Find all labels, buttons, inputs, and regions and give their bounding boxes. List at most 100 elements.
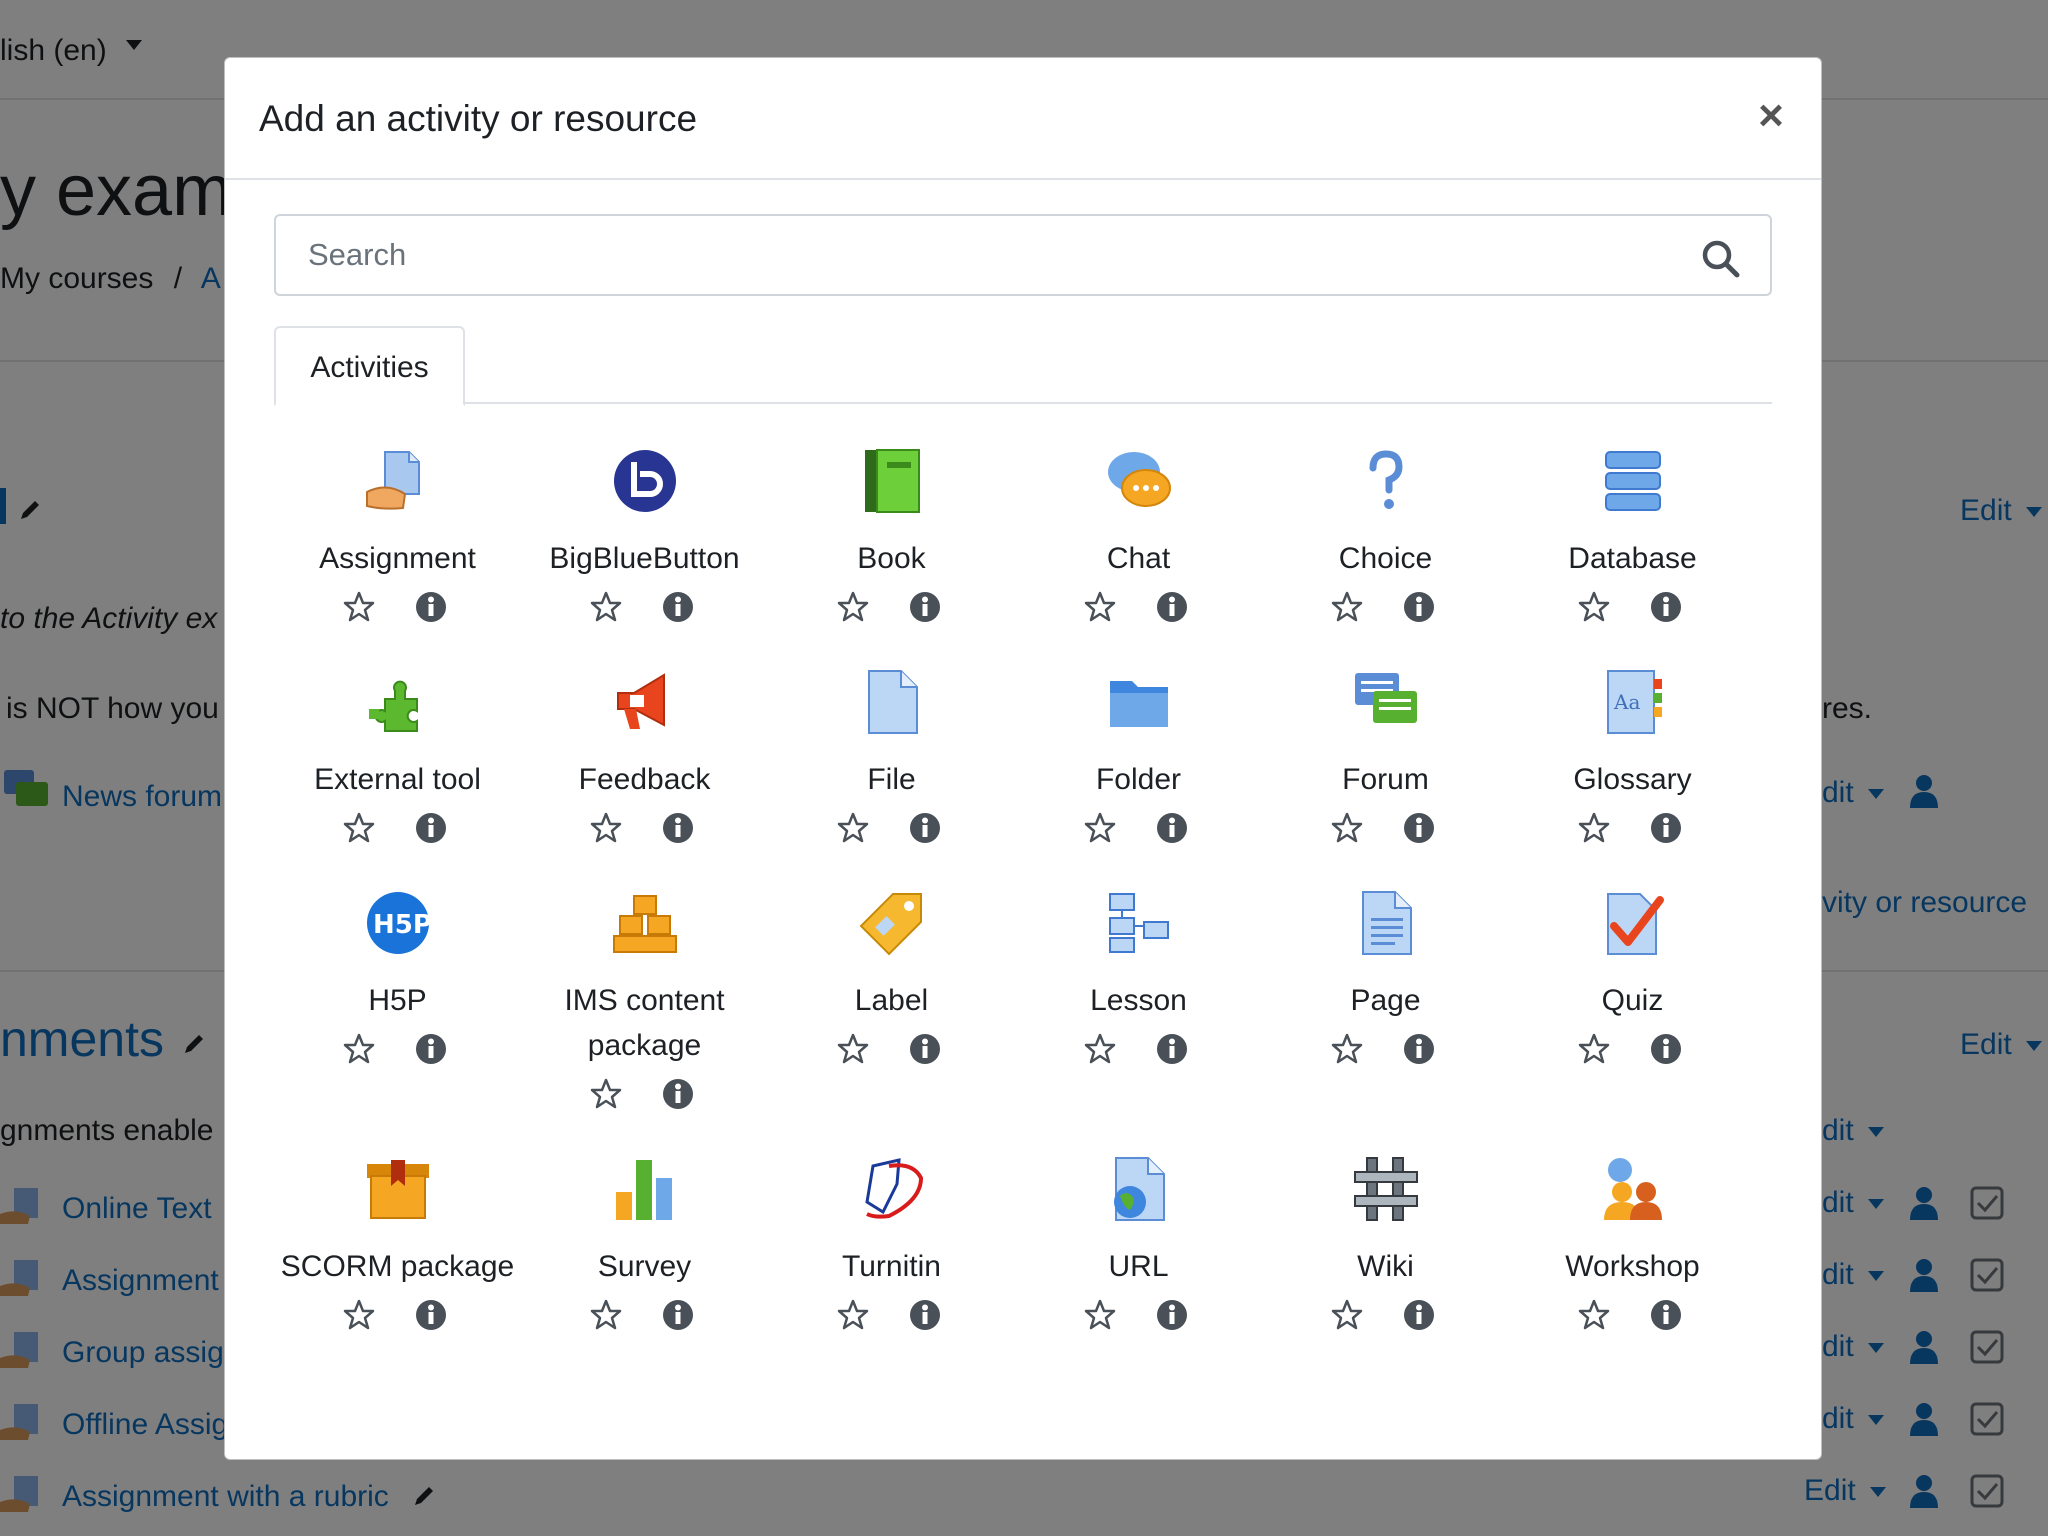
activity-item-scorm-package[interactable]: SCORM package	[274, 1156, 521, 1330]
star-icon[interactable]	[1083, 1298, 1117, 1332]
info-icon[interactable]	[908, 1032, 942, 1066]
activity-item-url[interactable]: URL	[1015, 1156, 1262, 1330]
star-icon[interactable]	[1330, 590, 1364, 624]
info-icon[interactable]	[908, 1298, 942, 1332]
tab-bar: Activities	[274, 326, 1772, 406]
star-icon[interactable]	[589, 1077, 623, 1111]
activity-item-h5p[interactable]: H5P H5P	[274, 890, 521, 1064]
info-icon[interactable]	[1155, 1032, 1189, 1066]
activity-actions	[274, 811, 521, 847]
activity-name: BigBlueButton	[549, 542, 740, 575]
database-icon	[1605, 451, 1661, 511]
activity-name: URL	[1108, 1250, 1169, 1283]
activity-item-folder[interactable]: Folder	[1015, 669, 1262, 843]
activity-item-workshop[interactable]: Workshop	[1509, 1156, 1756, 1330]
star-icon[interactable]	[1330, 1032, 1364, 1066]
activity-item-chat[interactable]: Chat	[1015, 448, 1262, 622]
activity-item-choice[interactable]: Choice	[1262, 448, 1509, 622]
star-icon[interactable]	[1330, 1298, 1364, 1332]
info-icon[interactable]	[1402, 811, 1436, 845]
info-icon[interactable]	[661, 1077, 695, 1111]
star-icon[interactable]	[1577, 811, 1611, 845]
star-icon[interactable]	[1577, 590, 1611, 624]
activity-name: Page	[1350, 984, 1421, 1017]
activity-actions	[1262, 811, 1509, 847]
activity-name: File	[867, 763, 916, 796]
star-icon[interactable]	[1577, 1298, 1611, 1332]
star-icon[interactable]	[1083, 1032, 1117, 1066]
star-icon[interactable]	[1083, 590, 1117, 624]
activity-item-database[interactable]: Database	[1509, 448, 1756, 622]
star-icon[interactable]	[342, 590, 376, 624]
star-icon[interactable]	[342, 1032, 376, 1066]
info-icon[interactable]	[1402, 1032, 1436, 1066]
activity-item-glossary[interactable]: Aa Glossary	[1509, 669, 1756, 843]
activity-item-file[interactable]: File	[768, 669, 1015, 843]
info-icon[interactable]	[1649, 590, 1683, 624]
activity-item-forum[interactable]: Forum	[1262, 669, 1509, 843]
star-icon[interactable]	[1083, 811, 1117, 845]
activity-item-bigbluebutton[interactable]: BigBlueButton	[521, 448, 768, 622]
activity-item-assignment[interactable]: Assignment	[274, 448, 521, 622]
activity-item-survey[interactable]: Survey	[521, 1156, 768, 1330]
activity-item-ims-content-package[interactable]: IMS content package	[521, 890, 768, 1109]
info-icon[interactable]	[414, 1298, 448, 1332]
activity-item-label[interactable]: Label	[768, 890, 1015, 1064]
info-icon[interactable]	[908, 811, 942, 845]
star-icon[interactable]	[836, 1032, 870, 1066]
info-icon[interactable]	[414, 1032, 448, 1066]
info-icon[interactable]	[1649, 1298, 1683, 1332]
star-icon[interactable]	[342, 1298, 376, 1332]
info-icon[interactable]	[414, 811, 448, 845]
info-icon[interactable]	[908, 590, 942, 624]
activity-actions	[274, 1298, 521, 1334]
quiz-icon	[1607, 893, 1664, 955]
info-icon[interactable]	[1402, 1298, 1436, 1332]
svg-text:H5P: H5P	[373, 910, 431, 940]
tab-activities[interactable]: Activities	[274, 326, 465, 406]
activity-actions	[521, 1298, 768, 1334]
star-icon[interactable]	[836, 811, 870, 845]
activity-item-external-tool[interactable]: External tool	[274, 669, 521, 843]
activity-actions	[521, 1077, 768, 1113]
search-input[interactable]	[276, 216, 1770, 294]
h5p-icon: H5P	[367, 892, 431, 954]
activity-name: External tool	[314, 763, 481, 796]
activity-name: IMS content package	[564, 984, 725, 1062]
info-icon[interactable]	[661, 811, 695, 845]
star-icon[interactable]	[1577, 1032, 1611, 1066]
activity-actions	[1262, 590, 1509, 626]
activity-name: Lesson	[1090, 984, 1187, 1017]
activity-item-wiki[interactable]: Wiki	[1262, 1156, 1509, 1330]
info-icon[interactable]	[1649, 1032, 1683, 1066]
info-icon[interactable]	[661, 590, 695, 624]
info-icon[interactable]	[1155, 590, 1189, 624]
info-icon[interactable]	[1402, 590, 1436, 624]
star-icon[interactable]	[589, 1298, 623, 1332]
star-icon[interactable]	[836, 1298, 870, 1332]
activity-item-feedback[interactable]: Feedback	[521, 669, 768, 843]
star-icon[interactable]	[589, 811, 623, 845]
turnitin-icon	[865, 1158, 924, 1219]
url-icon	[1114, 1157, 1165, 1221]
info-icon[interactable]	[1155, 811, 1189, 845]
activity-item-page[interactable]: Page	[1262, 890, 1509, 1064]
star-icon[interactable]	[589, 590, 623, 624]
info-icon[interactable]	[1649, 811, 1683, 845]
activity-item-turnitin[interactable]: Turnitin	[768, 1156, 1015, 1330]
close-button[interactable]: ×	[1751, 94, 1791, 138]
star-icon[interactable]	[342, 811, 376, 845]
activity-name: Choice	[1338, 542, 1433, 575]
star-icon[interactable]	[836, 590, 870, 624]
info-icon[interactable]	[1155, 1298, 1189, 1332]
activity-item-lesson[interactable]: Lesson	[1015, 890, 1262, 1064]
info-icon[interactable]	[414, 590, 448, 624]
info-icon[interactable]	[661, 1298, 695, 1332]
activity-actions	[768, 1032, 1015, 1068]
feedback-icon	[617, 673, 665, 729]
activity-item-book[interactable]: Book	[768, 448, 1015, 622]
star-icon[interactable]	[1330, 811, 1364, 845]
search-icon[interactable]	[1700, 238, 1740, 278]
folder-icon	[1110, 681, 1168, 727]
activity-item-quiz[interactable]: Quiz	[1509, 890, 1756, 1064]
